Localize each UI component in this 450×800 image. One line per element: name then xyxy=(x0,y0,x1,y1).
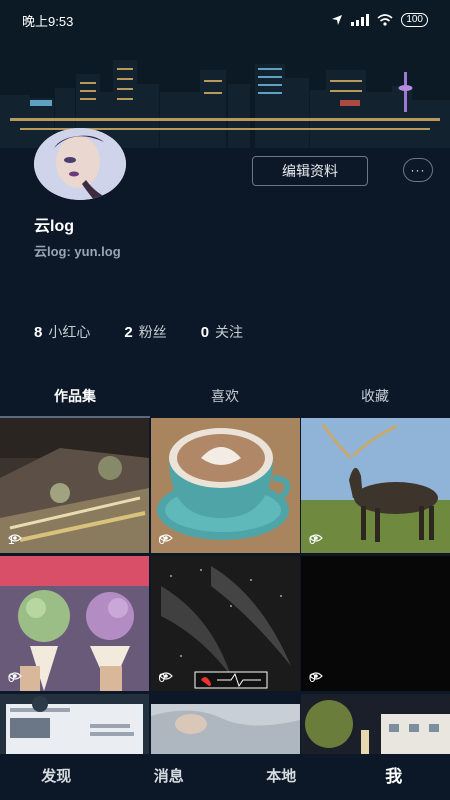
stat-following-label: 关注 xyxy=(215,324,244,340)
battery-indicator: 100 xyxy=(401,13,428,27)
nav-messages[interactable]: 消息 xyxy=(113,754,226,800)
view-count: 0 xyxy=(159,671,173,685)
view-count: 0 xyxy=(309,533,323,547)
post-thumbnail[interactable]: 0 xyxy=(301,418,450,553)
post-thumbnail[interactable]: 1 xyxy=(0,418,149,553)
post-thumbnail[interactable]: 0 xyxy=(0,556,149,691)
profile-stats: 8 小红心 2 粉丝 0 关注 xyxy=(34,322,243,342)
stat-followers[interactable]: 2 粉丝 xyxy=(124,322,166,342)
post-thumbnail[interactable] xyxy=(0,694,149,758)
eye-icon xyxy=(309,534,323,542)
edit-profile-button[interactable]: 编辑资料 xyxy=(252,156,368,186)
post-thumbnail[interactable]: 0 xyxy=(301,556,450,691)
eye-icon xyxy=(8,672,22,680)
tab-favorites[interactable]: 收藏 xyxy=(300,380,450,416)
stat-likes-count: 8 xyxy=(34,324,43,341)
nav-me[interactable]: 我 xyxy=(338,754,450,800)
eye-icon xyxy=(8,534,22,542)
view-count: 1 xyxy=(8,533,22,547)
status-time: 晚上9:53 xyxy=(22,13,74,29)
avatar[interactable] xyxy=(34,128,126,200)
stat-likes[interactable]: 8 小红心 xyxy=(34,322,90,342)
post-thumbnail[interactable] xyxy=(150,694,300,758)
user-id: 云log: yun.log xyxy=(34,244,121,259)
stat-followers-count: 2 xyxy=(124,324,133,341)
bottom-navigation: 发现 消息 本地 我 xyxy=(0,754,450,800)
eye-icon xyxy=(158,534,173,542)
wifi-icon xyxy=(377,14,393,26)
status-bar: 晚上9:53 100 xyxy=(0,0,450,40)
view-count: 0 xyxy=(159,533,173,547)
eye-icon xyxy=(158,672,173,680)
tab-likes[interactable]: 喜欢 xyxy=(150,380,300,416)
signal-icon xyxy=(351,14,370,26)
nav-local[interactable]: 本地 xyxy=(225,754,338,800)
nav-discover[interactable]: 发现 xyxy=(0,754,113,800)
view-count: 0 xyxy=(309,671,323,685)
stat-followers-label: 粉丝 xyxy=(138,324,167,340)
eye-icon xyxy=(309,672,323,680)
tab-portfolio[interactable]: 作品集 xyxy=(0,380,150,418)
location-icon xyxy=(332,15,343,25)
post-thumbnail[interactable]: 0 xyxy=(150,418,300,553)
more-options-button[interactable]: ··· xyxy=(403,158,433,182)
post-thumbnail[interactable] xyxy=(301,694,450,758)
username: 云log xyxy=(34,218,74,235)
post-grid: 1 0 0 0 0 0 xyxy=(0,418,450,758)
stat-following[interactable]: 0 关注 xyxy=(201,322,243,342)
post-thumbnail[interactable]: 0 xyxy=(150,556,300,691)
view-count: 0 xyxy=(8,671,22,685)
stat-following-count: 0 xyxy=(200,324,210,341)
profile-tabs: 作品集 喜欢 收藏 xyxy=(0,380,450,418)
stat-likes-label: 小红心 xyxy=(48,324,91,340)
